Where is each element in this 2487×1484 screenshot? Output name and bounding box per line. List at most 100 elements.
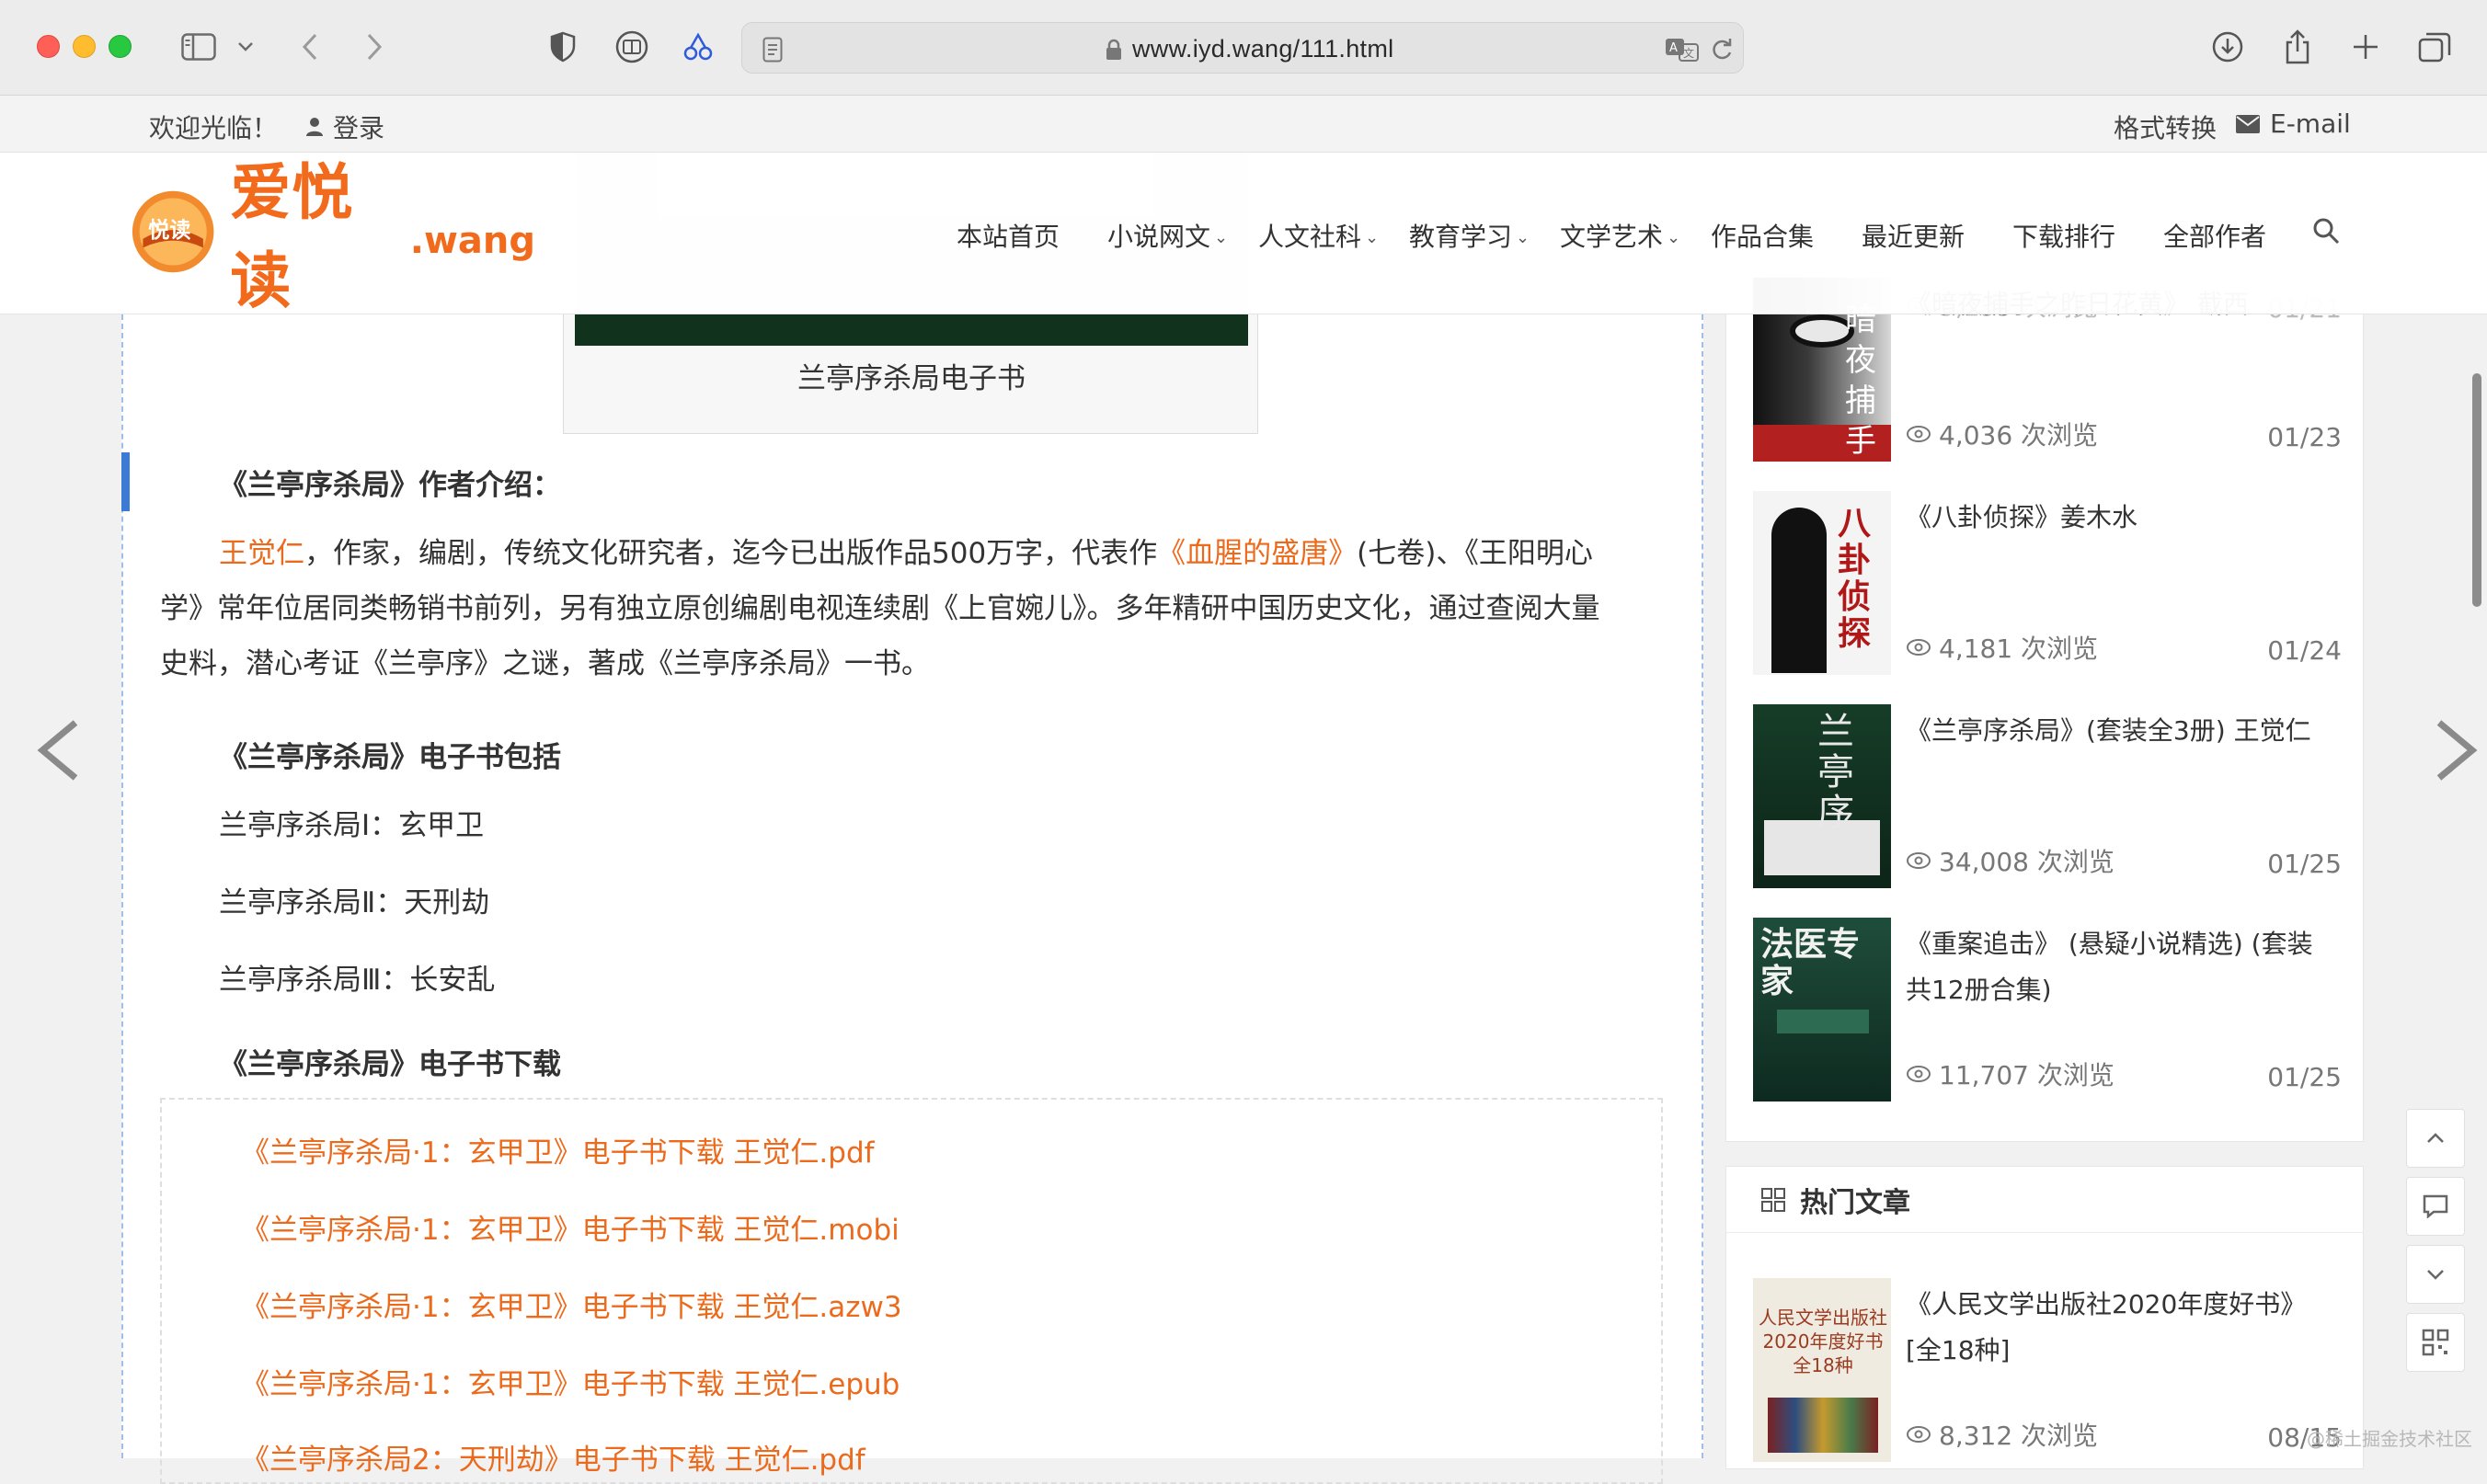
download-link[interactable]: 《兰亭序杀局2：天刑劫》电子书下载 王觉仁.pdf [241,1436,865,1478]
welcome-text: 欢迎光临！ [149,108,278,145]
watermark-text: @稀土掘金技术社区 [2307,1424,2472,1451]
nav-item-collections[interactable]: 作品合集 [1711,217,1814,254]
book-link[interactable]: 《血腥的盛唐》 [1157,537,1357,570]
view-count: 34,008 次浏览 [1906,842,2115,879]
chevron-down-icon[interactable] [234,26,258,68]
format-convert-link[interactable]: 格式转换 [2114,108,2217,145]
login-link[interactable]: 登录 [305,108,384,145]
sidebar-book-item[interactable]: 法医专家 《重案追击》 (悬疑小说精选) (套装共12册合集) 11,707 次… [1753,918,2342,1102]
hot-articles-title: 热门文章 [1800,1180,1910,1220]
chevron-up-icon [2426,1133,2445,1144]
contents-heading: 《兰亭序杀局》电子书包括 [219,734,561,775]
nav-item-novels[interactable]: 小说网文⌄ [1107,217,1228,254]
address-bar[interactable]: www.iyd.wang/111.html A文 [741,22,1744,74]
book-title[interactable]: 《兰亭序杀局》(套装全3册) 王觉仁 [1906,708,2338,754]
share-icon[interactable] [2279,26,2316,68]
download-link[interactable]: 《兰亭序杀局·1：玄甲卫》电子书下载 王觉仁.pdf [241,1129,875,1170]
qrcode-icon [2422,1329,2449,1356]
svg-text:悦读: 悦读 [148,218,190,243]
hot-article-item[interactable]: 人民文学出版社 2020年度好书 全18种 《人民文学出版社2020年度好书》[… [1753,1278,2342,1462]
nav-item-home[interactable]: 本站首页 [957,217,1060,254]
chevron-down-icon: ⌄ [1667,228,1680,247]
book-cover[interactable]: 八卦侦探 [1753,491,1891,675]
svg-text:文: 文 [1683,46,1694,60]
list-item: 兰亭序杀局Ⅰ：玄甲卫 [219,802,484,843]
site-logo[interactable]: 悦读 爱悦读 .wang [131,186,535,278]
download-heading: 《兰亭序杀局》电子书下载 [219,1041,561,1082]
url-text[interactable]: www.iyd.wang/111.html [1132,35,1393,63]
article-title[interactable]: 《人民文学出版社2020年度好书》[全18种] [1906,1282,2338,1374]
grid-icon [1761,1188,1785,1212]
nav-item-recent[interactable]: 最近更新 [1862,217,1965,254]
download-link[interactable]: 《兰亭序杀局·1：玄甲卫》电子书下载 王觉仁.azw3 [241,1284,902,1325]
downloads-icon[interactable] [2209,26,2246,68]
hot-articles-header: 热门文章 [1726,1167,2363,1233]
zoom-window-button[interactable] [109,35,132,58]
sidebar-toggle-icon[interactable] [178,26,219,68]
shield-icon[interactable] [546,26,579,68]
prev-page-arrow-icon[interactable] [35,717,81,799]
scroll-bottom-button[interactable] [2406,1245,2465,1304]
comment-button[interactable] [2406,1177,2465,1236]
forward-icon[interactable] [359,26,390,68]
comment-icon [2423,1194,2448,1218]
post-date: 01/25 [2267,1062,2342,1092]
download-link[interactable]: 《兰亭序杀局·1：玄甲卫》电子书下载 王觉仁.mobi [241,1206,900,1248]
heading-accent [121,452,130,511]
login-label: 登录 [333,108,384,145]
scroll-top-button[interactable] [2406,1109,2465,1168]
reader-extension-icon[interactable] [613,26,651,68]
list-item: 兰亭序杀局Ⅱ：天刑劫 [219,879,489,920]
translate-extension-icon[interactable] [679,26,717,68]
sidebar-book-item[interactable]: 兰亭序 《兰亭序杀局》(套装全3册) 王觉仁 34,008 次浏览 01/25 [1753,704,2342,888]
nav-item-literature[interactable]: 文学艺术⌄ [1560,217,1680,254]
view-count: 4,036 次浏览 [1906,416,2098,452]
list-item: 兰亭序杀局Ⅲ：长安乱 [219,956,495,998]
user-icon [305,117,324,137]
view-count: 11,707 次浏览 [1906,1056,2115,1092]
eye-icon [1906,851,1931,870]
cover-caption: 兰亭序杀局电子书 [564,355,1259,396]
mail-icon [2235,114,2261,134]
view-count: 4,181 次浏览 [1906,629,2098,666]
post-date: 01/25 [2267,849,2342,879]
sidebar-book-item[interactable]: 八卦侦探 《八卦侦探》姜木水 4,181 次浏览 01/24 [1753,491,2342,675]
lock-icon [1103,29,1125,71]
nav-item-ranking[interactable]: 下载排行 [2012,217,2115,254]
book-title[interactable]: 《重案追击》 (悬疑小说精选) (套装共12册合集) [1906,921,2338,1013]
new-tab-icon[interactable] [2347,26,2384,68]
reload-icon[interactable] [1708,29,1736,71]
email-link[interactable]: E-mail [2235,108,2351,139]
browser-toolbar: www.iyd.wang/111.html A文 [0,0,2487,96]
eye-icon [1906,1425,1931,1444]
minimize-window-button[interactable] [73,35,96,58]
book-cover[interactable]: 兰亭序 [1753,704,1891,888]
author-link[interactable]: 王觉仁 [219,537,304,570]
book-title[interactable]: 《八卦侦探》姜木水 [1906,495,2338,541]
back-icon[interactable] [294,26,326,68]
email-label: E-mail [2270,108,2351,139]
next-page-arrow-icon[interactable] [2434,717,2480,799]
book-cover[interactable]: 人民文学出版社 2020年度好书 全18种 [1753,1278,1891,1462]
post-date: 01/23 [2267,422,2342,452]
translate-icon[interactable]: A文 [1664,29,1701,71]
tab-overview-icon[interactable] [2415,26,2454,68]
chevron-down-icon: ⌄ [1516,228,1530,247]
site-header: 悦读 爱悦读 .wang 本站首页 小说网文⌄ 人文社科⌄ 教育学习⌄ 文学艺术… [0,153,2487,314]
nav-item-education[interactable]: 教育学习⌄ [1409,217,1530,254]
post-date: 01/24 [2267,635,2342,666]
nav-item-humanities[interactable]: 人文社科⌄ [1258,217,1379,254]
logo-suffix: .wang [410,220,535,262]
page-scrollbar[interactable] [2472,373,2481,607]
chevron-down-icon: ⌄ [1365,228,1379,247]
close-window-button[interactable] [37,35,60,58]
chevron-down-icon: ⌄ [1214,228,1228,247]
download-link[interactable]: 《兰亭序杀局·1：玄甲卫》电子书下载 王觉仁.epub [241,1361,900,1402]
view-count: 8,312 次浏览 [1906,1416,2098,1453]
search-icon[interactable] [2312,217,2340,245]
nav-item-authors[interactable]: 全部作者 [2163,217,2266,254]
qrcode-button[interactable] [2406,1313,2465,1372]
svg-text:A: A [1669,41,1678,55]
logo-text: 爱悦读 [230,143,407,320]
book-cover[interactable]: 法医专家 [1753,918,1891,1102]
